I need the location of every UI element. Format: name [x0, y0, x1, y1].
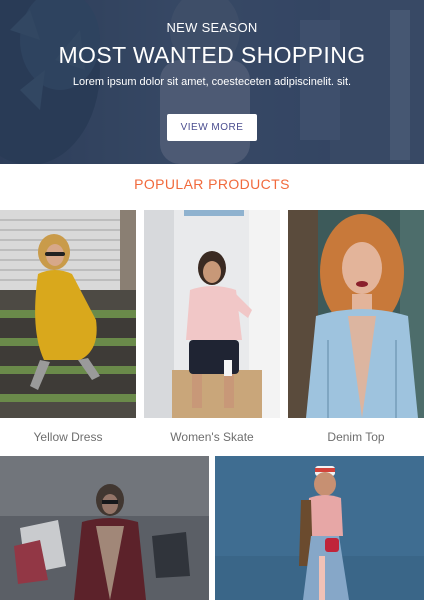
promo-banner-shopping[interactable] — [0, 456, 209, 600]
product-name[interactable]: Denim Top — [288, 418, 424, 456]
hero-headline: MOST WANTED SHOPPING — [58, 42, 366, 68]
view-more-button[interactable]: VIEW MORE — [167, 114, 257, 141]
product-image[interactable] — [0, 210, 136, 418]
product-card-womens-skate[interactable]: Women's Skate — [144, 210, 280, 456]
hero-subtitle: Lorem ipsum dolor sit amet, coesteceten … — [72, 76, 352, 88]
product-image[interactable] — [288, 210, 424, 418]
popular-products-title: POPULAR PRODUCTS — [134, 176, 290, 192]
hero-eyebrow: NEW SEASON — [166, 20, 258, 35]
product-card-denim-top[interactable]: Denim Top — [288, 210, 424, 456]
hero-content: NEW SEASON MOST WANTED SHOPPING Lorem ip… — [0, 0, 424, 164]
product-image[interactable] — [144, 210, 280, 418]
hero-banner: NEW SEASON MOST WANTED SHOPPING Lorem ip… — [0, 0, 424, 164]
promo-banner-streetwear[interactable] — [215, 456, 424, 600]
product-name[interactable]: Yellow Dress — [0, 418, 136, 456]
product-name[interactable]: Women's Skate — [144, 418, 280, 456]
product-card-yellow-dress[interactable]: Yellow Dress — [0, 210, 136, 456]
